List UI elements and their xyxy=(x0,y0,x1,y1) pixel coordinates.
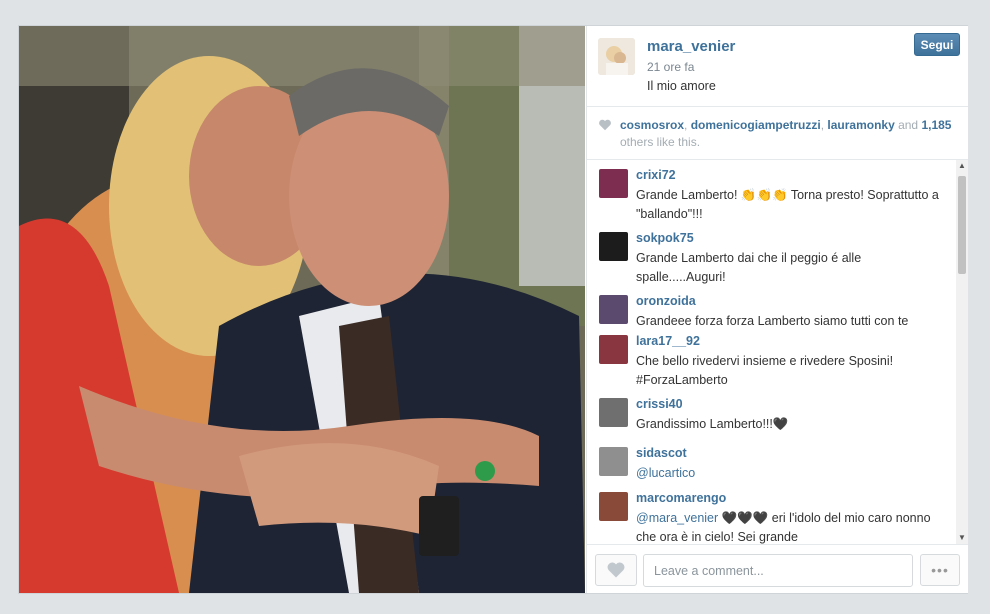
comment-text: Grandeee forza forza Lamberto siamo tutt… xyxy=(636,314,909,328)
owner-avatar[interactable] xyxy=(598,38,635,75)
scroll-thumb[interactable] xyxy=(958,176,966,274)
comment-text: Grande Lamberto dai che il peggio é alle… xyxy=(636,251,862,284)
post-photo[interactable] xyxy=(19,26,585,593)
comment-text: Grande Lamberto! 👏👏👏 Torna presto! Sopra… xyxy=(636,188,939,221)
comments-list: crixi72 Grande Lamberto! 👏👏👏 Torna prest… xyxy=(587,160,955,544)
heart-icon xyxy=(599,119,611,131)
post-header: mara_venier 21 ore fa Il mio amore Segui xyxy=(587,26,968,107)
commenter-avatar[interactable] xyxy=(599,335,628,364)
comment-text: @mara_venier 🖤🖤🖤 eri l'idolo del mio car… xyxy=(636,511,931,544)
likes-section: cosmosrox, domenicogiampetruzzi, lauramo… xyxy=(587,107,968,160)
comment-input[interactable] xyxy=(643,554,913,587)
comment-username[interactable]: oronzoida xyxy=(636,294,696,308)
post-caption: Il mio amore xyxy=(647,79,716,93)
commenter-avatar[interactable] xyxy=(599,169,628,198)
commenter-avatar[interactable] xyxy=(599,398,628,427)
comment-text: Che bello rivedervi insieme e rivedere S… xyxy=(636,354,894,387)
heart-icon xyxy=(607,562,625,578)
comment-username[interactable]: sidascot xyxy=(636,446,687,460)
comment-text: Grandissimo Lamberto!!!🖤 xyxy=(636,417,789,431)
like-user-2[interactable]: domenicogiampetruzzi xyxy=(691,118,821,132)
comment-username[interactable]: crixi72 xyxy=(636,168,676,182)
user-avatar-icon xyxy=(598,38,635,75)
post-footer: ••• xyxy=(587,544,968,594)
commenter-avatar[interactable] xyxy=(599,232,628,261)
post-sidebar: mara_venier 21 ore fa Il mio amore Segui… xyxy=(586,26,968,593)
comment-username[interactable]: crissi40 xyxy=(636,397,683,411)
commenter-avatar[interactable] xyxy=(599,447,628,476)
comment-username[interactable]: lara17__92 xyxy=(636,334,700,348)
comment-text: @lucartico xyxy=(636,464,946,483)
like-button[interactable] xyxy=(595,554,637,586)
owner-username[interactable]: mara_venier xyxy=(647,38,735,55)
comments-scrollbar[interactable]: ▲ ▼ xyxy=(956,160,968,544)
comment-mention[interactable]: @lucartico xyxy=(636,466,695,480)
likes-text: cosmosrox, domenicogiampetruzzi, lauramo… xyxy=(620,118,952,149)
like-user-1[interactable]: cosmosrox xyxy=(620,118,684,132)
more-options-button[interactable]: ••• xyxy=(920,554,960,586)
photo-image xyxy=(19,26,585,593)
scroll-down-arrow-icon[interactable]: ▼ xyxy=(956,532,968,544)
likes-count[interactable]: 1,185 xyxy=(921,118,951,132)
commenter-avatar[interactable] xyxy=(599,295,628,324)
comment-username[interactable]: sokpok75 xyxy=(636,231,694,245)
comment-username[interactable]: marcomarengo xyxy=(636,491,726,505)
follow-button[interactable]: Segui xyxy=(914,33,960,56)
comment-mention[interactable]: @mara_venier xyxy=(636,511,718,525)
scroll-up-arrow-icon[interactable]: ▲ xyxy=(956,160,968,172)
like-user-3[interactable]: lauramonky xyxy=(827,118,894,132)
post-card: mara_venier 21 ore fa Il mio amore Segui… xyxy=(18,25,968,594)
post-time[interactable]: 21 ore fa xyxy=(647,60,694,74)
commenter-avatar[interactable] xyxy=(599,492,628,521)
